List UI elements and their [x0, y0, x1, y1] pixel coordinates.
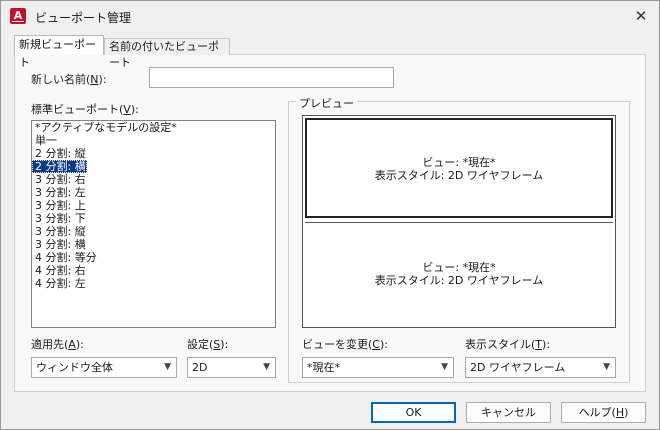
list-item[interactable]: 3 分割: 上 — [32, 199, 275, 212]
change-view-value: *現在* — [307, 361, 340, 374]
setup-value: 2D — [192, 361, 208, 374]
preview-area: ビュー: *現在* 表示スタイル: 2D ワイヤフレーム ビュー: *現在* 表… — [302, 115, 616, 328]
chevron-down-icon: ▼ — [164, 362, 171, 372]
autocad-app-icon: A — [10, 8, 26, 24]
visual-style-dropdown[interactable]: 2D ワイヤフレーム ▼ — [465, 357, 616, 378]
list-item-selected[interactable]: 2 分割: 横 — [32, 160, 87, 173]
list-item[interactable]: 3 分割: 横 — [32, 238, 275, 251]
cancel-button[interactable]: キャンセル — [466, 402, 551, 423]
change-view-label: ビューを変更(C): — [302, 338, 388, 351]
preview-viewport-top[interactable]: ビュー: *現在* 表示スタイル: 2D ワイヤフレーム — [305, 118, 613, 218]
list-item[interactable]: 3 分割: 右 — [32, 173, 275, 186]
list-item[interactable]: 4 分割: 等分 — [32, 251, 275, 264]
standard-viewports-label: 標準ビューポート(V): — [31, 103, 139, 116]
viewport-view-text: ビュー: *現在* — [422, 156, 496, 169]
chevron-down-icon: ▼ — [441, 362, 448, 372]
new-name-label: 新しい名前(N): — [31, 73, 107, 86]
title-bar: A ビューポート管理 ✕ — [1, 1, 659, 32]
tab-new-viewports[interactable]: 新規ビューポート — [14, 35, 104, 69]
change-view-dropdown[interactable]: *現在* ▼ — [302, 357, 454, 378]
list-item[interactable]: 3 分割: 下 — [32, 212, 275, 225]
visual-style-label: 表示スタイル(T): — [465, 338, 551, 351]
list-item[interactable]: 単一 — [32, 134, 275, 147]
help-button[interactable]: ヘルプ(H) — [561, 402, 646, 423]
setup-label: 設定(S): — [187, 338, 229, 351]
visual-style-value: 2D ワイヤフレーム — [470, 361, 566, 374]
list-item[interactable]: *アクティブなモデルの設定* — [32, 121, 275, 134]
chevron-down-icon: ▼ — [603, 362, 610, 372]
list-item[interactable]: 3 分割: 縦 — [32, 225, 275, 238]
tab-named-viewports[interactable]: 名前の付いたビューポート — [104, 38, 230, 69]
preview-group-title: プレビュー — [296, 95, 357, 111]
setup-dropdown[interactable]: 2D ▼ — [187, 357, 276, 378]
preview-viewport-bottom[interactable]: ビュー: *現在* 表示スタイル: 2D ワイヤフレーム — [305, 222, 613, 326]
chevron-down-icon: ▼ — [263, 362, 270, 372]
viewport-view-text: ビュー: *現在* — [422, 261, 496, 274]
close-icon[interactable]: ✕ — [629, 5, 653, 27]
window-title: ビューポート管理 — [35, 11, 132, 25]
viewport-style-text: 表示スタイル: 2D ワイヤフレーム — [374, 169, 544, 182]
list-item[interactable]: 4 分割: 左 — [32, 277, 275, 290]
apply-to-value: ウィンドウ全体 — [36, 361, 113, 374]
viewport-style-text: 表示スタイル: 2D ワイヤフレーム — [374, 274, 544, 287]
ok-button[interactable]: OK — [371, 402, 456, 423]
standard-viewports-list[interactable]: *アクティブなモデルの設定* 単一 2 分割: 縦 2 分割: 横 3 分割: … — [31, 120, 276, 328]
apply-to-dropdown[interactable]: ウィンドウ全体 ▼ — [31, 357, 177, 378]
apply-to-label: 適用先(A): — [31, 338, 84, 351]
new-name-input[interactable] — [149, 67, 394, 88]
list-item[interactable]: 4 分割: 右 — [32, 264, 275, 277]
list-item[interactable]: 3 分割: 左 — [32, 186, 275, 199]
list-item[interactable]: 2 分割: 縦 — [32, 147, 275, 160]
